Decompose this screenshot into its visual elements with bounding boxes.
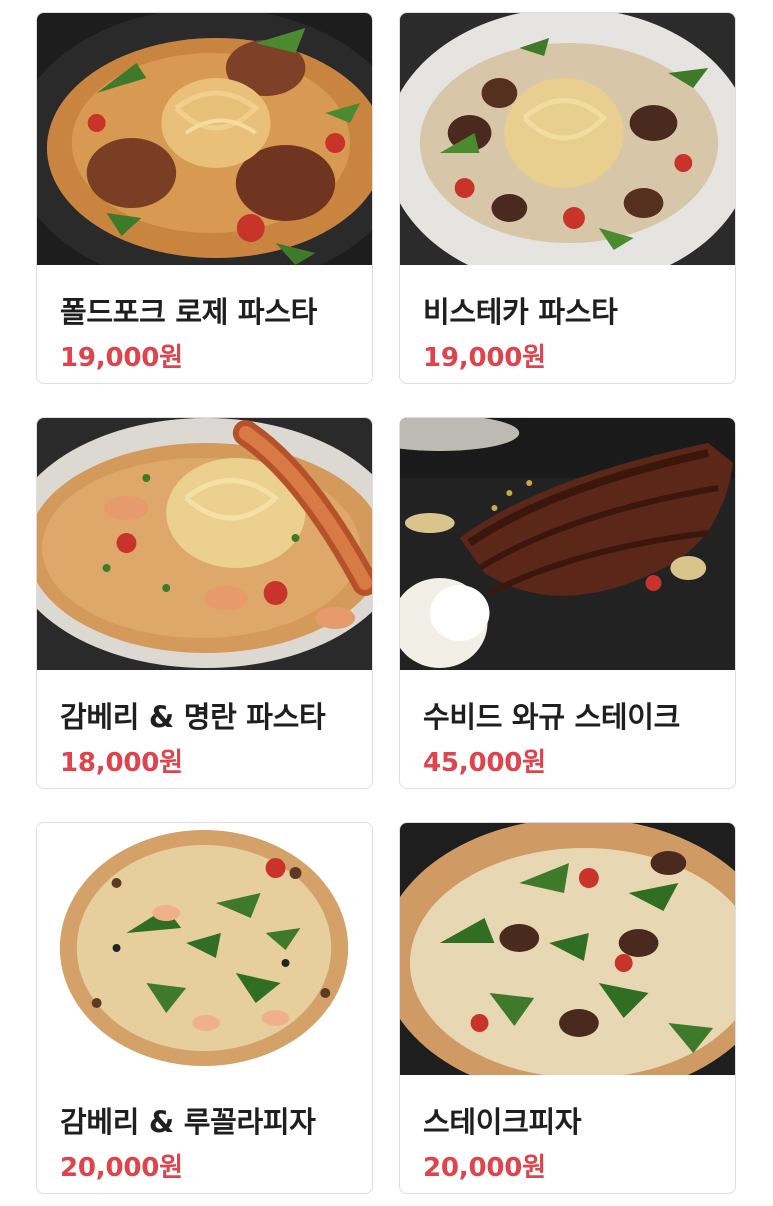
menu-item-price: 20,000원: [423, 1153, 546, 1183]
menu-item-name: 폴드포크 로제 파스타: [60, 295, 318, 329]
menu-item-info: 감베리 & 명란 파스타 18,000원: [37, 670, 372, 788]
menu-card[interactable]: 스테이크피자 20,000원: [399, 822, 736, 1194]
menu-item-info: 스테이크피자 20,000원: [400, 1075, 735, 1193]
menu-item-photo: [37, 823, 372, 1075]
menu-item-name: 감베리 & 루꼴라피자: [60, 1105, 316, 1139]
menu-item-name: 스테이크피자: [423, 1105, 582, 1139]
menu-card[interactable]: 감베리 & 루꼴라피자 20,000원: [36, 822, 373, 1194]
menu-item-info: 폴드포크 로제 파스타 19,000원: [37, 265, 372, 383]
menu-item-info: 감베리 & 루꼴라피자 20,000원: [37, 1075, 372, 1193]
menu-item-name: 비스테카 파스타: [423, 295, 618, 329]
menu-item-photo: [400, 13, 735, 265]
menu-card[interactable]: 폴드포크 로제 파스타 19,000원: [36, 12, 373, 384]
menu-item-price: 19,000원: [60, 343, 183, 373]
menu-item-price: 19,000원: [423, 343, 546, 373]
menu-item-info: 비스테카 파스타 19,000원: [400, 265, 735, 383]
menu-item-name: 감베리 & 명란 파스타: [60, 700, 326, 734]
menu-item-name: 수비드 와규 스테이크: [423, 700, 681, 734]
menu-item-photo: [37, 13, 372, 265]
menu-item-photo: [37, 418, 372, 670]
menu-grid: 폴드포크 로제 파스타 19,000원 비스테카 파스타 19,000원 감베리…: [0, 0, 773, 1206]
menu-item-photo: [400, 823, 735, 1075]
menu-item-price: 20,000원: [60, 1153, 183, 1183]
menu-item-price: 45,000원: [423, 748, 546, 778]
menu-item-price: 18,000원: [60, 748, 183, 778]
menu-card[interactable]: 감베리 & 명란 파스타 18,000원: [36, 417, 373, 789]
menu-card[interactable]: 수비드 와규 스테이크 45,000원: [399, 417, 736, 789]
menu-card[interactable]: 비스테카 파스타 19,000원: [399, 12, 736, 384]
menu-item-info: 수비드 와규 스테이크 45,000원: [400, 670, 735, 788]
menu-item-photo: [400, 418, 735, 670]
